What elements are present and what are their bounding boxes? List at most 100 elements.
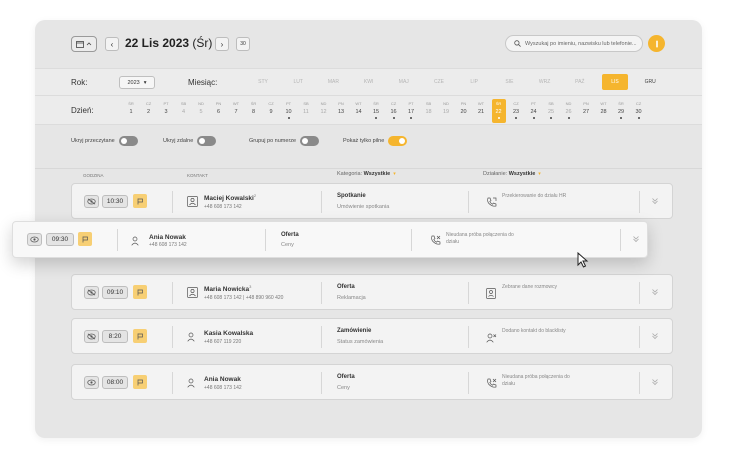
month-11[interactable]: GRU xyxy=(637,74,663,90)
month-7[interactable]: SIE xyxy=(496,74,522,90)
contact-icon-wrap xyxy=(187,375,198,393)
prev-day-button[interactable]: ‹ xyxy=(105,37,119,51)
divider xyxy=(468,326,469,348)
contact-name[interactable]: Ania Nowak xyxy=(149,232,186,241)
day-3[interactable]: PT 3 xyxy=(159,99,173,123)
expand-row-button[interactable] xyxy=(651,332,659,342)
day-30[interactable]: CZ 30 xyxy=(632,99,646,123)
day-event-dot xyxy=(375,117,377,119)
month-8[interactable]: WRZ xyxy=(532,74,558,90)
toggle-visibility-button[interactable] xyxy=(84,376,99,389)
toggle-3[interactable]: Pokaż tylko pilne xyxy=(343,136,408,146)
day-10[interactable]: PT 10 xyxy=(282,99,296,123)
day-2[interactable]: CZ 2 xyxy=(142,99,156,123)
day-number: 30 xyxy=(635,109,642,115)
toggle-switch[interactable] xyxy=(197,136,217,146)
today-button[interactable]: 30 xyxy=(236,37,250,51)
calendar-picker-button[interactable] xyxy=(71,36,97,52)
expand-row-button[interactable] xyxy=(651,378,659,388)
day-14[interactable]: WT 14 xyxy=(352,99,366,123)
flag-button[interactable] xyxy=(78,232,92,246)
day-11[interactable]: SB 11 xyxy=(299,99,313,123)
toggle-visibility-button[interactable] xyxy=(84,195,99,208)
day-6[interactable]: PN 6 xyxy=(212,99,226,123)
table-row[interactable]: 09:10 Maria Nowicka3 +48 608 173 142 | +48… xyxy=(71,274,673,310)
toggle-1[interactable]: Ukryj zdalne xyxy=(163,136,217,146)
contact-name[interactable]: Ania Nowak xyxy=(204,374,241,383)
day-19[interactable]: ND 19 xyxy=(439,99,453,123)
day-1[interactable]: ŚR 1 xyxy=(124,99,138,123)
day-15[interactable]: ŚR 15 xyxy=(369,99,383,123)
month-1[interactable]: LUT xyxy=(285,74,311,90)
day-8[interactable]: ŚR 8 xyxy=(247,99,261,123)
month-0[interactable]: STY xyxy=(250,74,276,90)
month-9[interactable]: PAŹ xyxy=(567,74,593,90)
day-4[interactable]: SB 4 xyxy=(177,99,191,123)
toggle-2[interactable]: Grupuj po numerze xyxy=(249,136,320,146)
day-number: 22 xyxy=(495,109,502,115)
dragged-table-row[interactable]: 09:30 Ania Nowak +48 608 173 142 Oferta Ceny… xyxy=(12,221,648,258)
toggle-switch[interactable] xyxy=(118,136,138,146)
day-7[interactable]: WT 7 xyxy=(229,99,243,123)
search-input[interactable]: Wyszukaj po imieniu, nazwisku lub telefo… xyxy=(505,35,643,52)
contact-name[interactable]: Maciej Kowalski2 xyxy=(204,193,256,202)
day-12[interactable]: ND 12 xyxy=(317,99,331,123)
day-24[interactable]: PT 24 xyxy=(527,99,541,123)
day-25[interactable]: SB 25 xyxy=(544,99,558,123)
day-5[interactable]: ND 5 xyxy=(194,99,208,123)
action-filter[interactable]: Działanie: Wszystkie ▾ xyxy=(483,171,541,177)
day-number: 6 xyxy=(216,109,221,115)
category-subtitle: Ceny xyxy=(337,385,350,391)
toggle-0[interactable]: Ukryj przeczytane xyxy=(71,136,138,146)
month-3[interactable]: KWI xyxy=(356,74,382,90)
table-row[interactable]: 08:00 Ania Nowak +48 608 173 142 Oferta Ceny… xyxy=(71,364,673,400)
expand-row-button[interactable] xyxy=(632,235,640,245)
expand-row-button[interactable] xyxy=(651,288,659,298)
month-5[interactable]: CZE xyxy=(426,74,452,90)
flag-button[interactable] xyxy=(133,285,147,299)
flag-button[interactable] xyxy=(133,194,147,208)
contact-name[interactable]: Maria Nowicka3 xyxy=(204,284,251,293)
day-21[interactable]: WT 21 xyxy=(474,99,488,123)
toggle-switch[interactable] xyxy=(300,136,320,146)
flag-button[interactable] xyxy=(133,329,147,343)
day-29[interactable]: ŚR 29 xyxy=(614,99,628,123)
expand-row-button[interactable] xyxy=(651,197,659,207)
date-weekday: (Śr) xyxy=(192,36,213,50)
day-number: 16 xyxy=(390,109,397,115)
month-2[interactable]: MAR xyxy=(320,74,346,90)
day-16[interactable]: CZ 16 xyxy=(387,99,401,123)
divider xyxy=(265,229,266,251)
day-number: 17 xyxy=(407,109,415,115)
day-weekday: ND xyxy=(320,101,327,106)
day-number: 20 xyxy=(460,109,467,115)
toggle-switch[interactable] xyxy=(388,136,408,146)
table-row[interactable]: 8:20 Kasia Kowalska +48 607 119 220 Zamówie… xyxy=(71,318,673,354)
month-4[interactable]: MAJ xyxy=(391,74,417,90)
year-select[interactable]: 2023 ▾ xyxy=(119,76,155,89)
table-row[interactable]: 10:30 Maciej Kowalski2 +48 608 173 142 Spot… xyxy=(71,183,673,219)
day-22[interactable]: ŚR 22 xyxy=(491,99,506,123)
category-subtitle: Ceny xyxy=(281,242,294,248)
day-28[interactable]: WT 28 xyxy=(597,99,611,123)
day-9[interactable]: CZ 9 xyxy=(264,99,278,123)
month-6[interactable]: LIP xyxy=(461,74,487,90)
day-23[interactable]: CZ 23 xyxy=(509,99,523,123)
user-menu-button[interactable] xyxy=(648,35,665,52)
toggle-visibility-button[interactable] xyxy=(27,233,42,246)
day-20[interactable]: PN 20 xyxy=(457,99,471,123)
day-27[interactable]: PN 27 xyxy=(579,99,593,123)
next-day-button[interactable]: › xyxy=(215,37,229,51)
day-18[interactable]: SB 18 xyxy=(422,99,436,123)
category-filter[interactable]: Kategoria: Wszystkie ▾ xyxy=(337,171,396,177)
toggle-visibility-button[interactable] xyxy=(84,330,99,343)
day-26[interactable]: ND 26 xyxy=(562,99,576,123)
action-icon-wrap xyxy=(486,376,497,394)
flag-button[interactable] xyxy=(133,375,147,389)
month-10[interactable]: LIS xyxy=(602,74,628,90)
contact-name[interactable]: Kasia Kowalska xyxy=(204,328,253,337)
day-13[interactable]: PN 13 xyxy=(334,99,348,123)
day-17[interactable]: PT 17 xyxy=(404,99,418,123)
toggle-visibility-button[interactable] xyxy=(84,286,99,299)
divider xyxy=(620,229,621,251)
